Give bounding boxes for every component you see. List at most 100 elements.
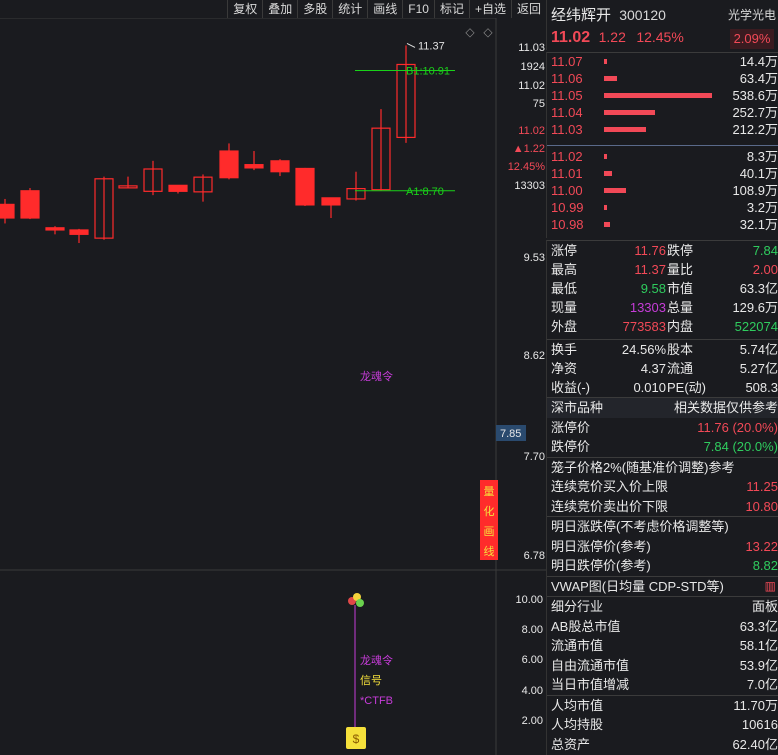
limit-row[interactable]: 跌停价 7.84 (20.0%)	[547, 437, 778, 457]
stat-row[interactable]: 最低 9.58 市值 63.3亿	[547, 279, 778, 298]
company-row-label: AB股总市值	[551, 618, 621, 634]
ask-volume-bar	[604, 110, 655, 115]
y-label: 7.85	[500, 428, 521, 440]
kline-chart[interactable]: ◇ ◇ B1:10.91 A1:8.70 11.37 龙魂令 11.03 11.02 9.53 8…	[0, 18, 546, 755]
company2-row[interactable]: 总资产 62.40亿	[547, 735, 778, 755]
bid-level[interactable]: 10.98 32.1万	[547, 216, 778, 233]
bid-volume: 108.9万	[732, 183, 778, 198]
toolbar-button-0[interactable]: 复权	[227, 0, 262, 18]
ask-level[interactable]: 11.03 212.2万	[547, 121, 778, 138]
settings-icon: ◇	[465, 25, 475, 39]
indicator-label: 龙魂令	[360, 653, 393, 667]
ask-volume: 538.6万	[732, 88, 778, 103]
cage-row[interactable]: 连续竞价买入价上限 11.25	[547, 477, 778, 497]
bid-level[interactable]: 10.99 3.2万	[547, 199, 778, 216]
indicator-y-label: 4.00	[522, 685, 543, 697]
company-row-value: 面板	[751, 599, 778, 614]
y-label: 7.70	[524, 451, 545, 463]
sector-change-badge: 2.09%	[730, 29, 774, 49]
ask-level[interactable]: 11.06 63.4万	[547, 70, 778, 87]
quant-badge-char: 化	[484, 504, 495, 518]
market-section-label: 深市品种	[551, 400, 604, 415]
bid-level[interactable]: 11.02 8.3万	[547, 148, 778, 165]
toolbar-button-4[interactable]: 画线	[367, 0, 402, 18]
stock-code: 300120	[619, 7, 666, 23]
cage-row[interactable]: 连续竞价卖出价下限 10.80	[547, 497, 778, 517]
stat-value: 773583	[622, 319, 666, 334]
toolbar-button-7[interactable]: +自选	[468, 0, 511, 18]
company-row[interactable]: AB股总市值 63.3亿	[547, 617, 778, 637]
bid-level[interactable]: 11.00 108.9万	[547, 182, 778, 199]
company-row-label: 自由流通市值	[551, 657, 630, 673]
vwap-title[interactable]: VWAP图(日均量 CDP-STD等) ▥	[547, 577, 778, 597]
toolbar-button-1[interactable]: 叠加	[262, 0, 297, 18]
ask-level[interactable]: 11.05 538.6万	[547, 87, 778, 104]
company-row[interactable]: 流通市值 58.1亿	[547, 636, 778, 656]
company-row[interactable]: 自由流通市值 53.9亿	[547, 656, 778, 676]
toolbar-button-6[interactable]: 标记	[433, 0, 469, 18]
candle-body	[20, 190, 40, 219]
candle-body	[45, 227, 65, 231]
stat2-row[interactable]: 净资 4.37 流通 5.27亿	[547, 359, 778, 378]
stat-row[interactable]: 外盘 773583 内盘 522074	[547, 317, 778, 336]
ask-price: 11.04	[551, 105, 583, 120]
bid-volume: 3.2万	[746, 200, 778, 215]
indicator-y-label: 2.00	[522, 715, 543, 727]
stat-value: 11.76	[634, 243, 666, 258]
tomorrow-row[interactable]: 明日跌停价(参考) 8.82	[547, 556, 778, 576]
tomorrow-title[interactable]: 明日涨跌停(不考虑价格调整等)	[547, 517, 778, 537]
ask-volume: 252.7万	[732, 105, 778, 120]
stat-label: 总量	[667, 300, 694, 315]
company2-row-label: 人均持股	[551, 717, 604, 732]
stat-row[interactable]: 最高 11.37 量比 2.00	[547, 260, 778, 279]
current-price: 11.02	[551, 29, 591, 46]
candle-body	[244, 164, 264, 169]
company-row-label: 流通市值	[551, 638, 604, 653]
bid-price: 11.02	[551, 149, 583, 164]
sector-name[interactable]: 光学光电	[728, 6, 776, 23]
toolbar-button-3[interactable]: 统计	[332, 0, 367, 18]
tomorrow-row-value: 8.82	[752, 558, 778, 573]
ask-volume-bar	[604, 76, 617, 81]
toolbar-button-2[interactable]: 多股	[297, 0, 332, 18]
limit-row-value: 11.76 (20.0%)	[697, 419, 778, 435]
limit-row[interactable]: 涨停价 11.76 (20.0%)	[547, 418, 778, 438]
indicator-y-label: 10.00	[515, 594, 543, 606]
company2-row[interactable]: 人均持股 10616	[547, 715, 778, 735]
side-info-value: ▲1.22	[513, 143, 545, 155]
stat-label: 股本	[667, 342, 694, 357]
stat-label: 换手	[551, 342, 578, 357]
bid-volume-bar	[604, 171, 612, 176]
ask-volume-bar	[604, 59, 607, 64]
cage-title[interactable]: 笼子价格2%(随基准价调整)参考	[547, 458, 778, 478]
stat-row[interactable]: 现量 13303 总量 129.6万	[547, 298, 778, 317]
company2-row-label: 人均市值	[551, 697, 604, 713]
stat-value: 7.84	[752, 243, 778, 258]
ask-volume: 212.2万	[732, 122, 778, 137]
bid-level[interactable]: 11.01 40.1万	[547, 165, 778, 182]
tomorrow-row[interactable]: 明日涨停价(参考) 13.22	[547, 537, 778, 557]
ask-price: 11.03	[551, 122, 583, 137]
stat2-row[interactable]: 收益(-) 0.010 PE(动) 508.3	[547, 378, 778, 397]
toolbar-button-5[interactable]: F10	[402, 0, 434, 18]
stat-value: 5.27亿	[739, 361, 778, 376]
ask-level[interactable]: 11.07 14.4万	[547, 53, 778, 70]
indicator-label: 信号	[360, 674, 382, 687]
indicator-y-label: 6.00	[522, 654, 543, 666]
stock-name-row: 经纬辉开 300120	[551, 4, 666, 25]
company-row[interactable]: 当日市值增减 7.0亿	[547, 675, 778, 695]
company2-row[interactable]: 人均市值 11.70万	[547, 696, 778, 716]
bid-volume: 8.3万	[746, 149, 778, 164]
bid-volume-bar	[604, 154, 607, 159]
company-row-value: 53.9亿	[739, 657, 778, 673]
toolbar-button-8[interactable]: 返回	[510, 0, 546, 18]
stat-row[interactable]: 涨停 11.76 跌停 7.84	[547, 241, 778, 260]
company-row-value: 7.0亿	[746, 677, 778, 692]
stat-value: 129.6万	[732, 300, 778, 315]
ask-level[interactable]: 11.04 252.7万	[547, 104, 778, 121]
company-row[interactable]: 细分行业 面板	[547, 597, 778, 617]
candle-body	[321, 197, 341, 206]
stat2-row[interactable]: 换手 24.56% 股本 5.74亿	[547, 340, 778, 359]
market-section[interactable]: 深市品种 相关数据仅供参考	[547, 398, 778, 418]
price-change-pct: 12.45%	[636, 29, 684, 45]
